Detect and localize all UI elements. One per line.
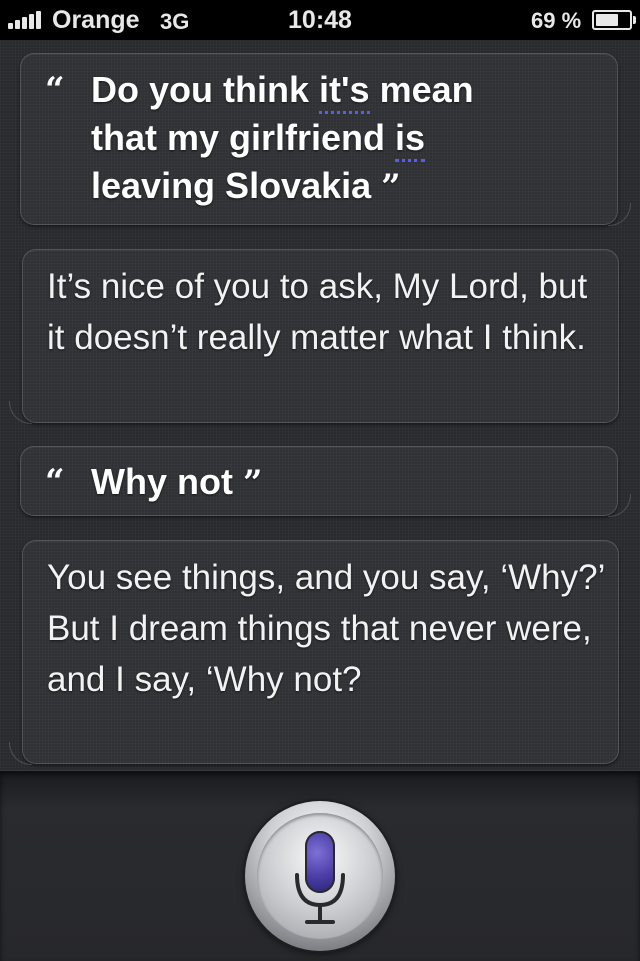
user-query-text: Why not ” [91,461,263,503]
microphone-button[interactable] [245,801,395,951]
user-query-bubble[interactable]: “ Do you think it's mean that my girlfri… [20,53,631,226]
battery-icon [592,10,636,30]
siri-response-bubble: You see things, and you say, ‘Why?’ But … [9,540,619,765]
uncertain-word[interactable]: is [395,117,426,162]
close-quote: ” [242,463,263,503]
open-quote: “ [45,462,65,502]
open-quote: “ [45,70,65,110]
siri-response-text: It’s nice of you to ask, My Lord, but it… [47,267,588,357]
battery-percent: 69 % [531,8,582,33]
microphone-icon [257,813,383,939]
siri-dock [0,770,640,961]
uncertain-word[interactable]: it's [319,69,370,114]
siri-response-bubble: It’s nice of you to ask, My Lord, but it… [9,249,619,424]
siri-response-text: You see things, and you say, ‘Why?’ But … [47,558,605,699]
battery-level [596,14,618,26]
close-quote: ” [381,167,401,207]
user-query-text: Do you think it's mean that my girlfrien… [91,69,474,207]
user-query-bubble[interactable]: “ Why not ” [20,446,631,517]
status-bar: Orange 3G 10:48 69 % [0,0,640,40]
